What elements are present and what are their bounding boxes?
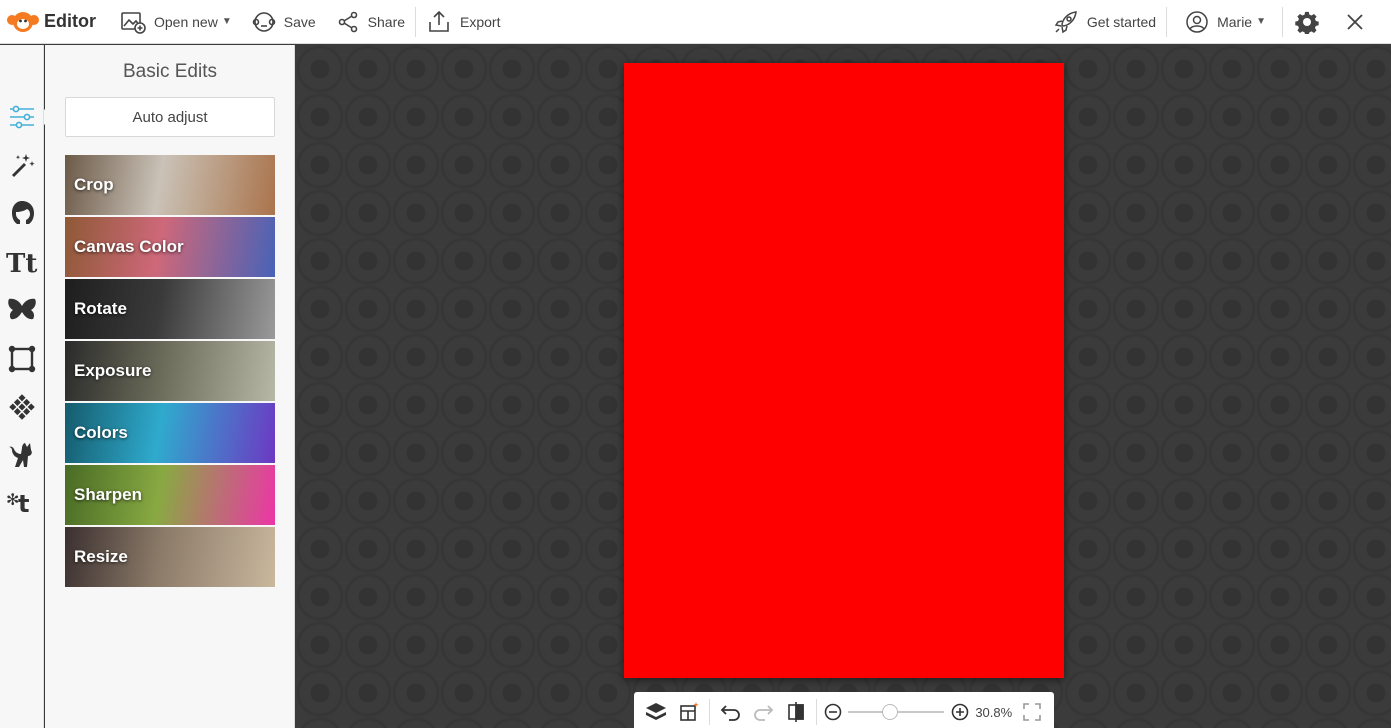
collage-button[interactable] [673, 695, 706, 728]
plugin-icon: ✻ t [6, 490, 29, 517]
zoom-level: 30.8% [975, 704, 1013, 720]
settings-button[interactable] [1283, 0, 1339, 44]
canvas-document[interactable] [624, 63, 1064, 678]
zoom-out-icon [824, 703, 842, 721]
zoom-slider-handle[interactable] [882, 704, 899, 720]
user-name: Marie [1217, 13, 1253, 30]
zoom-in-button[interactable] [948, 695, 971, 728]
tile-label: Rotate [74, 299, 127, 318]
gear-icon [1295, 11, 1319, 34]
open-image-icon [121, 11, 146, 34]
tile-label: Crop [74, 175, 114, 194]
rail-basic-edits-button[interactable] [0, 95, 52, 139]
toolbar-divider [816, 699, 818, 725]
fullscreen-icon [1022, 703, 1041, 721]
frame-icon [8, 345, 36, 373]
redo-button[interactable] [747, 695, 780, 728]
layers-button[interactable] [640, 695, 673, 728]
face-icon [12, 201, 34, 224]
zoom-out-button[interactable] [821, 695, 844, 728]
tile-resize[interactable]: Resize [65, 527, 275, 587]
rail-effects-button[interactable] [0, 143, 44, 187]
undo-button[interactable] [714, 695, 747, 728]
sliders-icon [10, 105, 34, 129]
tile-label: Colors [74, 423, 128, 442]
rocket-icon [1054, 10, 1077, 33]
open-new-label: Open new [154, 13, 218, 30]
texture-icon [9, 394, 35, 420]
compare-button[interactable] [780, 695, 813, 728]
tile-rotate[interactable]: Rotate [65, 279, 275, 339]
basic-edits-panel: Basic Edits Auto adjust Crop Canvas Colo… [45, 45, 295, 728]
chevron-down-icon: ▼ [221, 16, 232, 27]
tile-label: Sharpen [74, 485, 143, 504]
tile-label: Resize [74, 547, 128, 566]
tile-canvas-color[interactable]: Canvas Color [65, 217, 275, 277]
rail-graphics-button[interactable] [0, 289, 44, 333]
export-button[interactable]: Export [416, 0, 510, 44]
chevron-down-icon: ▼ [1256, 16, 1266, 27]
brand[interactable]: Editor [0, 0, 110, 44]
tool-rail: Tt ✻ t [0, 45, 52, 728]
share-label: Share [367, 13, 406, 30]
save-label: Save [283, 13, 316, 30]
rail-themes-button[interactable] [0, 433, 44, 477]
user-menu-button[interactable]: Marie ▼ [1167, 0, 1276, 44]
redo-icon [754, 705, 774, 721]
top-bar: Editor Open new ▼ Save Share Export Get … [0, 0, 1391, 44]
save-monkey-icon [252, 11, 276, 32]
export-label: Export [460, 13, 501, 30]
zoom-slider[interactable] [848, 704, 945, 720]
rail-touch-up-button[interactable] [0, 191, 44, 235]
butterfly-icon [8, 298, 36, 320]
text-icon: Tt [6, 249, 37, 277]
topbar-right: Get started Marie ▼ [1043, 0, 1391, 44]
undo-icon [720, 705, 740, 721]
share-icon [338, 11, 357, 32]
rail-more-button[interactable]: ✻ t [0, 481, 44, 525]
rail-text-button[interactable]: Tt [0, 241, 44, 285]
cat-icon [9, 443, 32, 467]
close-icon [1347, 13, 1363, 30]
rail-frames-button[interactable] [0, 337, 44, 381]
export-icon [429, 10, 449, 32]
tile-label: Canvas Color [74, 237, 184, 256]
open-new-button[interactable]: Open new ▼ [110, 0, 242, 44]
tile-exposure[interactable]: Exposure [65, 341, 275, 401]
share-button[interactable]: Share [326, 0, 415, 44]
user-avatar-icon [1186, 10, 1208, 33]
tile-colors[interactable]: Colors [65, 403, 275, 463]
svg-text:Tt: Tt [6, 249, 37, 277]
toolbar-divider [709, 699, 711, 725]
get-started-button[interactable]: Get started [1043, 0, 1166, 44]
save-button[interactable]: Save [242, 0, 326, 44]
tile-sharpen[interactable]: Sharpen [65, 465, 275, 525]
get-started-label: Get started [1086, 13, 1157, 30]
magic-wand-icon [12, 154, 35, 177]
fullscreen-button[interactable] [1015, 695, 1048, 728]
monkey-logo-icon [6, 10, 40, 34]
close-button[interactable] [1339, 0, 1391, 44]
grid-layout-icon [680, 702, 699, 721]
panel-title: Basic Edits [123, 61, 217, 82]
tile-label: Exposure [74, 361, 152, 380]
bottom-toolbar: 30.8% [634, 692, 1054, 728]
rail-textures-button[interactable] [0, 385, 44, 429]
app-title: Editor [44, 11, 96, 31]
svg-text:t: t [18, 490, 29, 517]
compare-icon [788, 702, 804, 722]
auto-adjust-button[interactable]: Auto adjust [65, 97, 275, 137]
zoom-in-icon [951, 703, 969, 721]
tile-crop[interactable]: Crop [65, 155, 275, 215]
layers-icon [646, 703, 667, 720]
